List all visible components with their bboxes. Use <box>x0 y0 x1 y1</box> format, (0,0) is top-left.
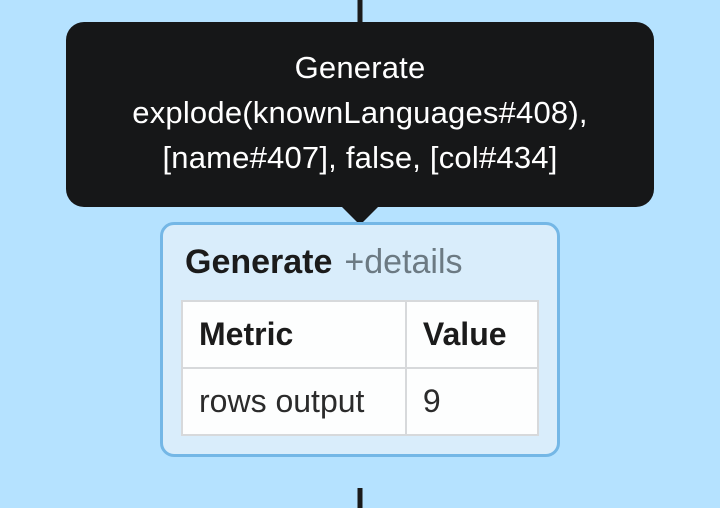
details-link[interactable]: +details <box>344 243 462 282</box>
col-header-metric: Metric <box>182 301 406 368</box>
plan-node-card[interactable]: Generate +details Metric Value rows outp… <box>160 222 560 457</box>
cell-metric: rows output <box>182 368 406 435</box>
node-header: Generate +details <box>181 243 539 282</box>
col-header-value: Value <box>406 301 538 368</box>
table-header-row: Metric Value <box>182 301 538 368</box>
connector-bottom <box>358 488 363 508</box>
cell-value: 9 <box>406 368 538 435</box>
metrics-table: Metric Value rows output 9 <box>181 300 539 436</box>
node-title: Generate <box>185 243 332 282</box>
table-row: rows output 9 <box>182 368 538 435</box>
connector-top <box>358 0 363 22</box>
operator-tooltip: Generate explode(knownLanguages#408), [n… <box>66 22 654 207</box>
tooltip-line: [name#407], false, [col#434] <box>100 136 620 181</box>
tooltip-line: explode(knownLanguages#408), <box>100 91 620 136</box>
tooltip-line: Generate <box>100 46 620 91</box>
